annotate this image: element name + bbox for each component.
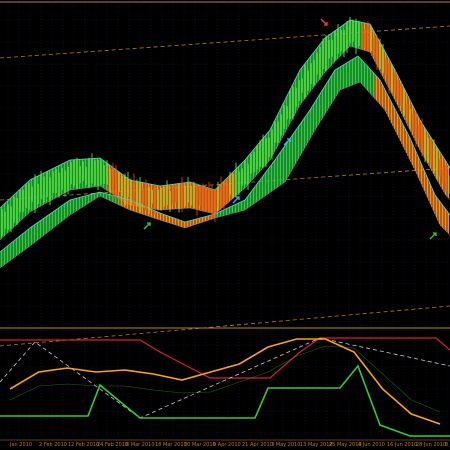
date-label: 25 May 2010 — [329, 442, 362, 448]
date-label: 9 Apr 2010 — [213, 442, 241, 448]
date-label: 18 Mar 2010 — [155, 442, 187, 448]
oscillator-panel — [0, 337, 450, 437]
lower-ribbon-edge — [0, 55, 450, 253]
red-line — [0, 337, 450, 379]
date-label: 13 May 2010 — [300, 442, 333, 448]
date-label: 24 Feb 2010 — [97, 442, 128, 448]
date-label: 8 Mar 2010 — [126, 442, 155, 448]
green-line — [0, 364, 450, 437]
date-label: 28 Jun 2010 — [416, 442, 446, 448]
arrow-up-green-icon — [429, 232, 437, 240]
date-label: 21 Apr 2010 — [242, 442, 273, 448]
date-label: 30 Mar 2010 — [184, 442, 216, 448]
date-label: 8 Jul 20 — [445, 442, 450, 448]
trading-chart[interactable]: Jan 2010 2 Feb 2010 12 Feb 2010 24 Feb 2010… — [0, 0, 450, 450]
arrow-up-green-icon — [143, 222, 151, 230]
date-label: 16 Jun 2010 — [387, 442, 417, 448]
date-label: 2 Feb 2010 — [39, 442, 67, 448]
time-axis: Jan 2010 2 Feb 2010 12 Feb 201024 Feb 2010… — [9, 442, 450, 448]
indicator-ribbons — [0, 19, 450, 269]
date-label: 12 Feb 2010 — [68, 442, 99, 448]
date-label: 3 May 2010 — [271, 442, 300, 448]
price-chart-canvas[interactable]: Jan 2010 2 Feb 2010 12 Feb 201024 Feb 2010… — [0, 0, 450, 450]
date-label: Jan 2010 — [9, 442, 32, 448]
date-label: 4 Jun 2010 — [358, 442, 385, 448]
